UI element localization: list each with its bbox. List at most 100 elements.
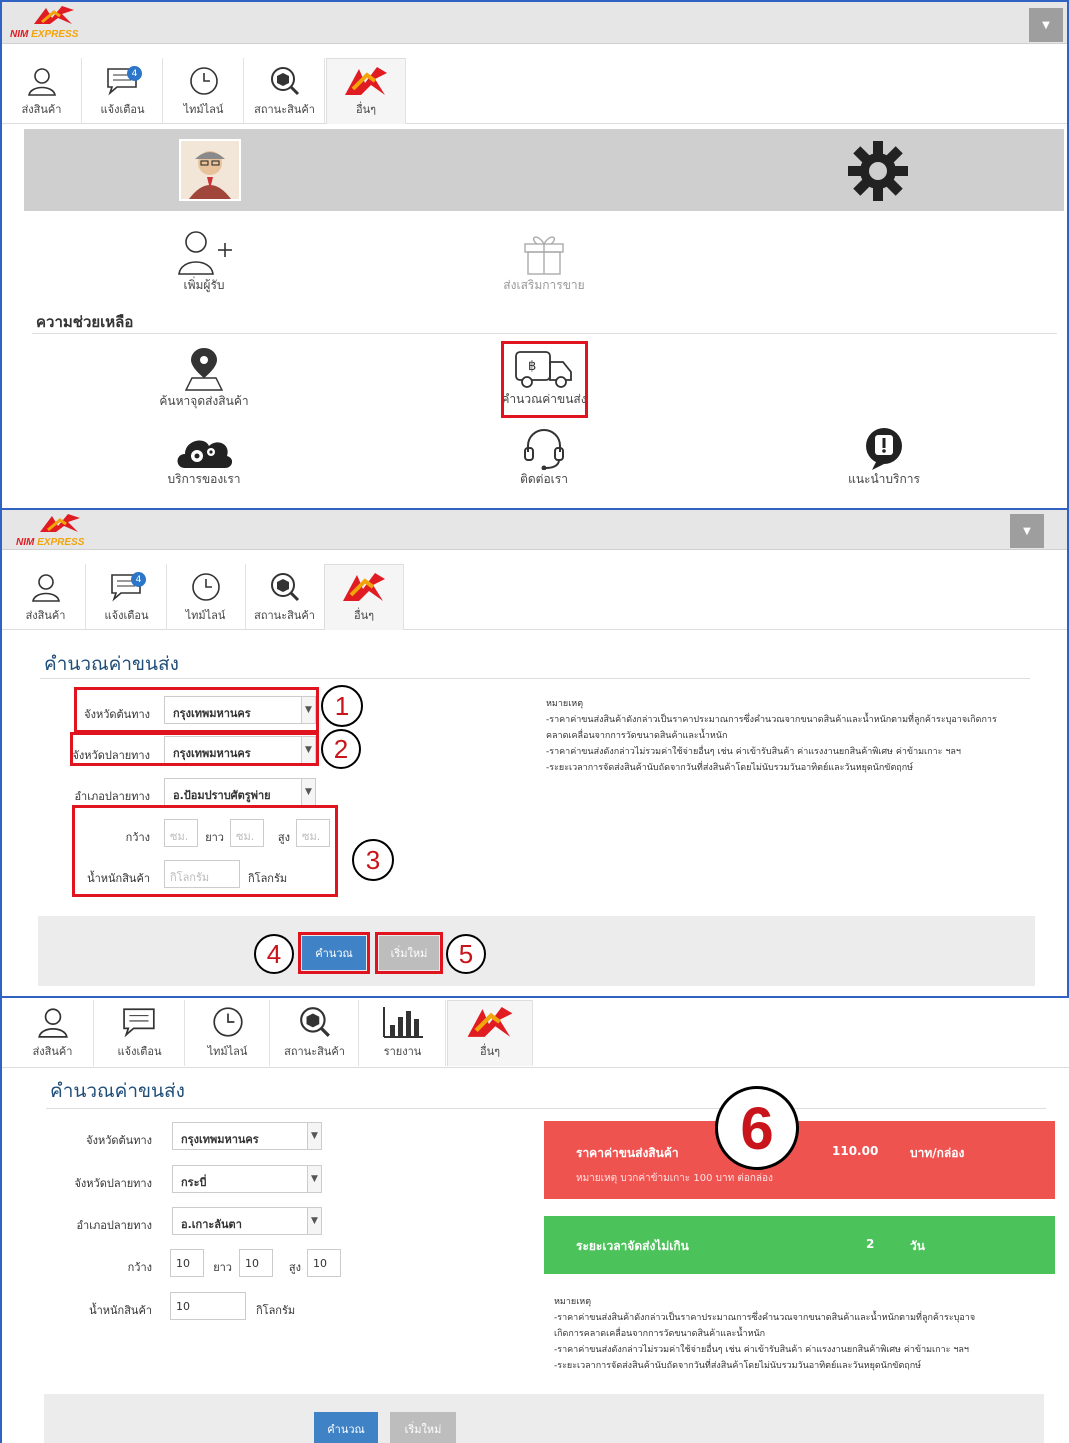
price-note: หมายเหตุ บวกค่าข้ามเกาะ 100 บาท ต่อกล่อง — [576, 1173, 773, 1184]
panel-calc-form: NIM EXPRESS ▼ ส่งสินค้า แจ้งเตือน 4 ไทม์… — [0, 510, 1069, 998]
tab-timeline-label: ไทม์ไลน์ — [207, 1045, 248, 1058]
width-input[interactable]: 10 — [170, 1249, 204, 1277]
button-bar — [38, 916, 1035, 986]
tab-other[interactable]: อื่นๆ — [447, 1000, 533, 1066]
our-services-label: บริการของเรา — [167, 472, 241, 486]
dropdown-menu-button-2[interactable]: ▼ — [1010, 514, 1044, 548]
note-line-1: -ราคาค่าขนส่งสินค้าดังกล่าวเป็นราคาประมา… — [546, 715, 997, 725]
tab-bar-3: ส่งสินค้า แจ้งเตือน ไทม์ไลน์ สถานะสินค้า… — [2, 1000, 1069, 1068]
find-dropoff-label: ค้นหาจุดส่งสินค้า — [159, 394, 249, 408]
tab-status-label: สถานะสินค้า — [254, 609, 315, 622]
height-input[interactable]: 10 — [307, 1249, 341, 1277]
title-divider-result — [46, 1108, 1046, 1109]
nim-logo-icon — [343, 573, 385, 601]
note-line-2: -ราคาค่าขนส่งดังกล่าวไม่รวมค่าใช้จ่ายอื่… — [554, 1345, 969, 1355]
origin-select[interactable]: กรุงเทพมหานคร ▼ — [172, 1122, 322, 1150]
dest-select[interactable]: กระบี่ ▼ — [172, 1165, 322, 1193]
tab-send[interactable]: ส่งสินค้า — [6, 564, 86, 630]
cloud-gears-icon — [177, 440, 233, 468]
add-receiver-item[interactable]: เพิ่มผู้รับ — [144, 228, 264, 295]
dest-label: จังหวัดปลายทาง — [74, 1177, 152, 1190]
weight-label: น้ำหนักสินค้า — [89, 1304, 152, 1317]
panel-calc-result: ส่งสินค้า แจ้งเตือน ไทม์ไลน์ สถานะสินค้า… — [0, 998, 1069, 1443]
top-bar: NIM EXPRESS ▼ — [2, 2, 1067, 44]
duration-unit: วัน — [910, 1239, 925, 1253]
tab-report[interactable]: รายงาน — [360, 1000, 446, 1066]
map-pin-icon — [184, 348, 224, 391]
alert-icon — [866, 428, 902, 470]
district-label: อำเภอปลายทาง — [74, 790, 150, 803]
tab-notify-label: แจ้งเตือน — [117, 1045, 162, 1058]
tab-timeline[interactable]: ไทม์ไลน์ — [164, 58, 244, 124]
tab-other-label: อื่นๆ — [353, 609, 375, 622]
note-line-3: -ระยะเวลาการจัดส่งสินค้านับถัดจากวันที่ส… — [554, 1361, 922, 1371]
duration-label: ระยะเวลาจัดส่งไม่เกิน — [576, 1239, 689, 1253]
avatar[interactable] — [179, 139, 241, 201]
tab-bar: ส่งสินค้า แจ้งเตือน 4 ไทม์ไลน์ สถานะสินค… — [2, 58, 1067, 124]
nim-express-logo-2[interactable]: NIM EXPRESS — [16, 514, 104, 550]
find-dropoff-item[interactable]: ค้นหาจุดส่งสินค้า — [144, 346, 264, 411]
step-5-marker: 5 — [446, 934, 486, 974]
tab-timeline-label: ไทม์ไลน์ — [185, 609, 226, 622]
note-line-1b: คลาดเคลื่อนจากการวัดขนาดสินค้าและน้ำหนัก — [546, 731, 728, 741]
our-services-item[interactable]: บริการของเรา — [144, 426, 264, 489]
highlight-calc-menu — [501, 341, 588, 418]
weight-input[interactable]: 10 — [170, 1292, 246, 1320]
height-label: สูง — [288, 1261, 301, 1274]
tab-notify-label: แจ้งเตือน — [104, 609, 149, 622]
calculate-button[interactable]: คำนวณ — [314, 1412, 378, 1443]
settings-gear-icon[interactable] — [846, 141, 910, 201]
weight-unit: กิโลกรัม — [256, 1304, 296, 1317]
tab-status-label: สถานะสินค้า — [254, 103, 315, 116]
add-user-icon — [178, 231, 232, 275]
tab-send[interactable]: ส่งสินค้า — [12, 1000, 94, 1066]
tab-send-label: ส่งสินค้า — [32, 1045, 73, 1058]
tab-other[interactable]: อื่นๆ — [326, 58, 406, 124]
page-title: คำนวณค่าขนส่ง — [44, 653, 179, 675]
tab-send[interactable]: ส่งสินค้า — [2, 58, 82, 124]
highlight-dimensions — [72, 805, 338, 897]
tab-notify[interactable]: แจ้งเตือน 4 — [83, 58, 163, 124]
note-line-3: -ระยะเวลาการจัดส่งสินค้านับถัดจากวันที่ส… — [546, 763, 914, 773]
clock-icon — [191, 573, 220, 601]
contact-label: ติดต่อเรา — [520, 472, 568, 486]
tab-status[interactable]: สถานะสินค้า — [245, 58, 325, 124]
step-6-marker: 6 — [715, 1086, 799, 1170]
title-divider — [40, 678, 1030, 679]
tab-notify[interactable]: แจ้งเตือน 4 — [87, 564, 167, 630]
contact-item[interactable]: ติดต่อเรา — [484, 426, 604, 489]
notes-title: หมายเหตุ — [546, 699, 584, 709]
reset-button[interactable]: เริ่มใหม่ — [390, 1412, 456, 1443]
district-label: อำเภอปลายทาง — [76, 1219, 152, 1232]
length-input[interactable]: 10 — [239, 1249, 273, 1277]
dropdown-menu-button[interactable]: ▼ — [1029, 8, 1063, 42]
profile-banner — [24, 129, 1064, 211]
bar-chart-icon — [382, 1007, 423, 1038]
page-title-result: คำนวณค่าขนส่ง — [50, 1080, 185, 1102]
tab-timeline[interactable]: ไทม์ไลน์ — [166, 564, 246, 630]
tab-status[interactable]: สถานะสินค้า — [245, 564, 325, 630]
tab-notify[interactable]: แจ้งเตือน — [95, 1000, 185, 1066]
button-bar-result — [44, 1394, 1044, 1443]
package-search-icon — [299, 1007, 330, 1037]
tab-status[interactable]: สถานะสินค้า — [271, 1000, 359, 1066]
district-select[interactable]: อ.ป้อมปราบศัตรูพ่าย ▼ — [164, 778, 316, 806]
notes-block: หมายเหตุ -ราคาค่าขนส่งสินค้าดังกล่าวเป็น… — [546, 696, 1026, 776]
help-section-title: ความช่วยเหลือ — [36, 313, 134, 331]
width-label: กว้าง — [127, 1261, 152, 1274]
tab-other[interactable]: อื่นๆ — [324, 564, 404, 630]
package-search-icon — [270, 67, 299, 96]
recommend-service-item[interactable]: แนะนำบริการ — [824, 426, 944, 489]
help-divider — [32, 333, 1057, 334]
length-label: ยาว — [213, 1261, 232, 1274]
tab-send-label: ส่งสินค้า — [21, 103, 62, 116]
district-select[interactable]: อ.เกาะลันตา ▼ — [172, 1207, 322, 1235]
note-line-1b: เกิดการคลาดเคลื่อนจากการวัดขนาดสินค้าและ… — [554, 1329, 766, 1339]
nim-express-logo[interactable]: NIM EXPRESS — [10, 6, 98, 42]
highlight-reset-button — [375, 932, 443, 974]
price-result-box: ราคาค่าขนส่งสินค้า 110.00 บาท/กล่อง หมาย… — [544, 1121, 1055, 1199]
promo-item[interactable]: ส่งเสริมการขาย — [484, 230, 604, 295]
tab-report-label: รายงาน — [383, 1045, 422, 1058]
nim-logo-icon — [467, 1007, 513, 1037]
tab-timeline[interactable]: ไทม์ไลน์ — [186, 1000, 270, 1066]
